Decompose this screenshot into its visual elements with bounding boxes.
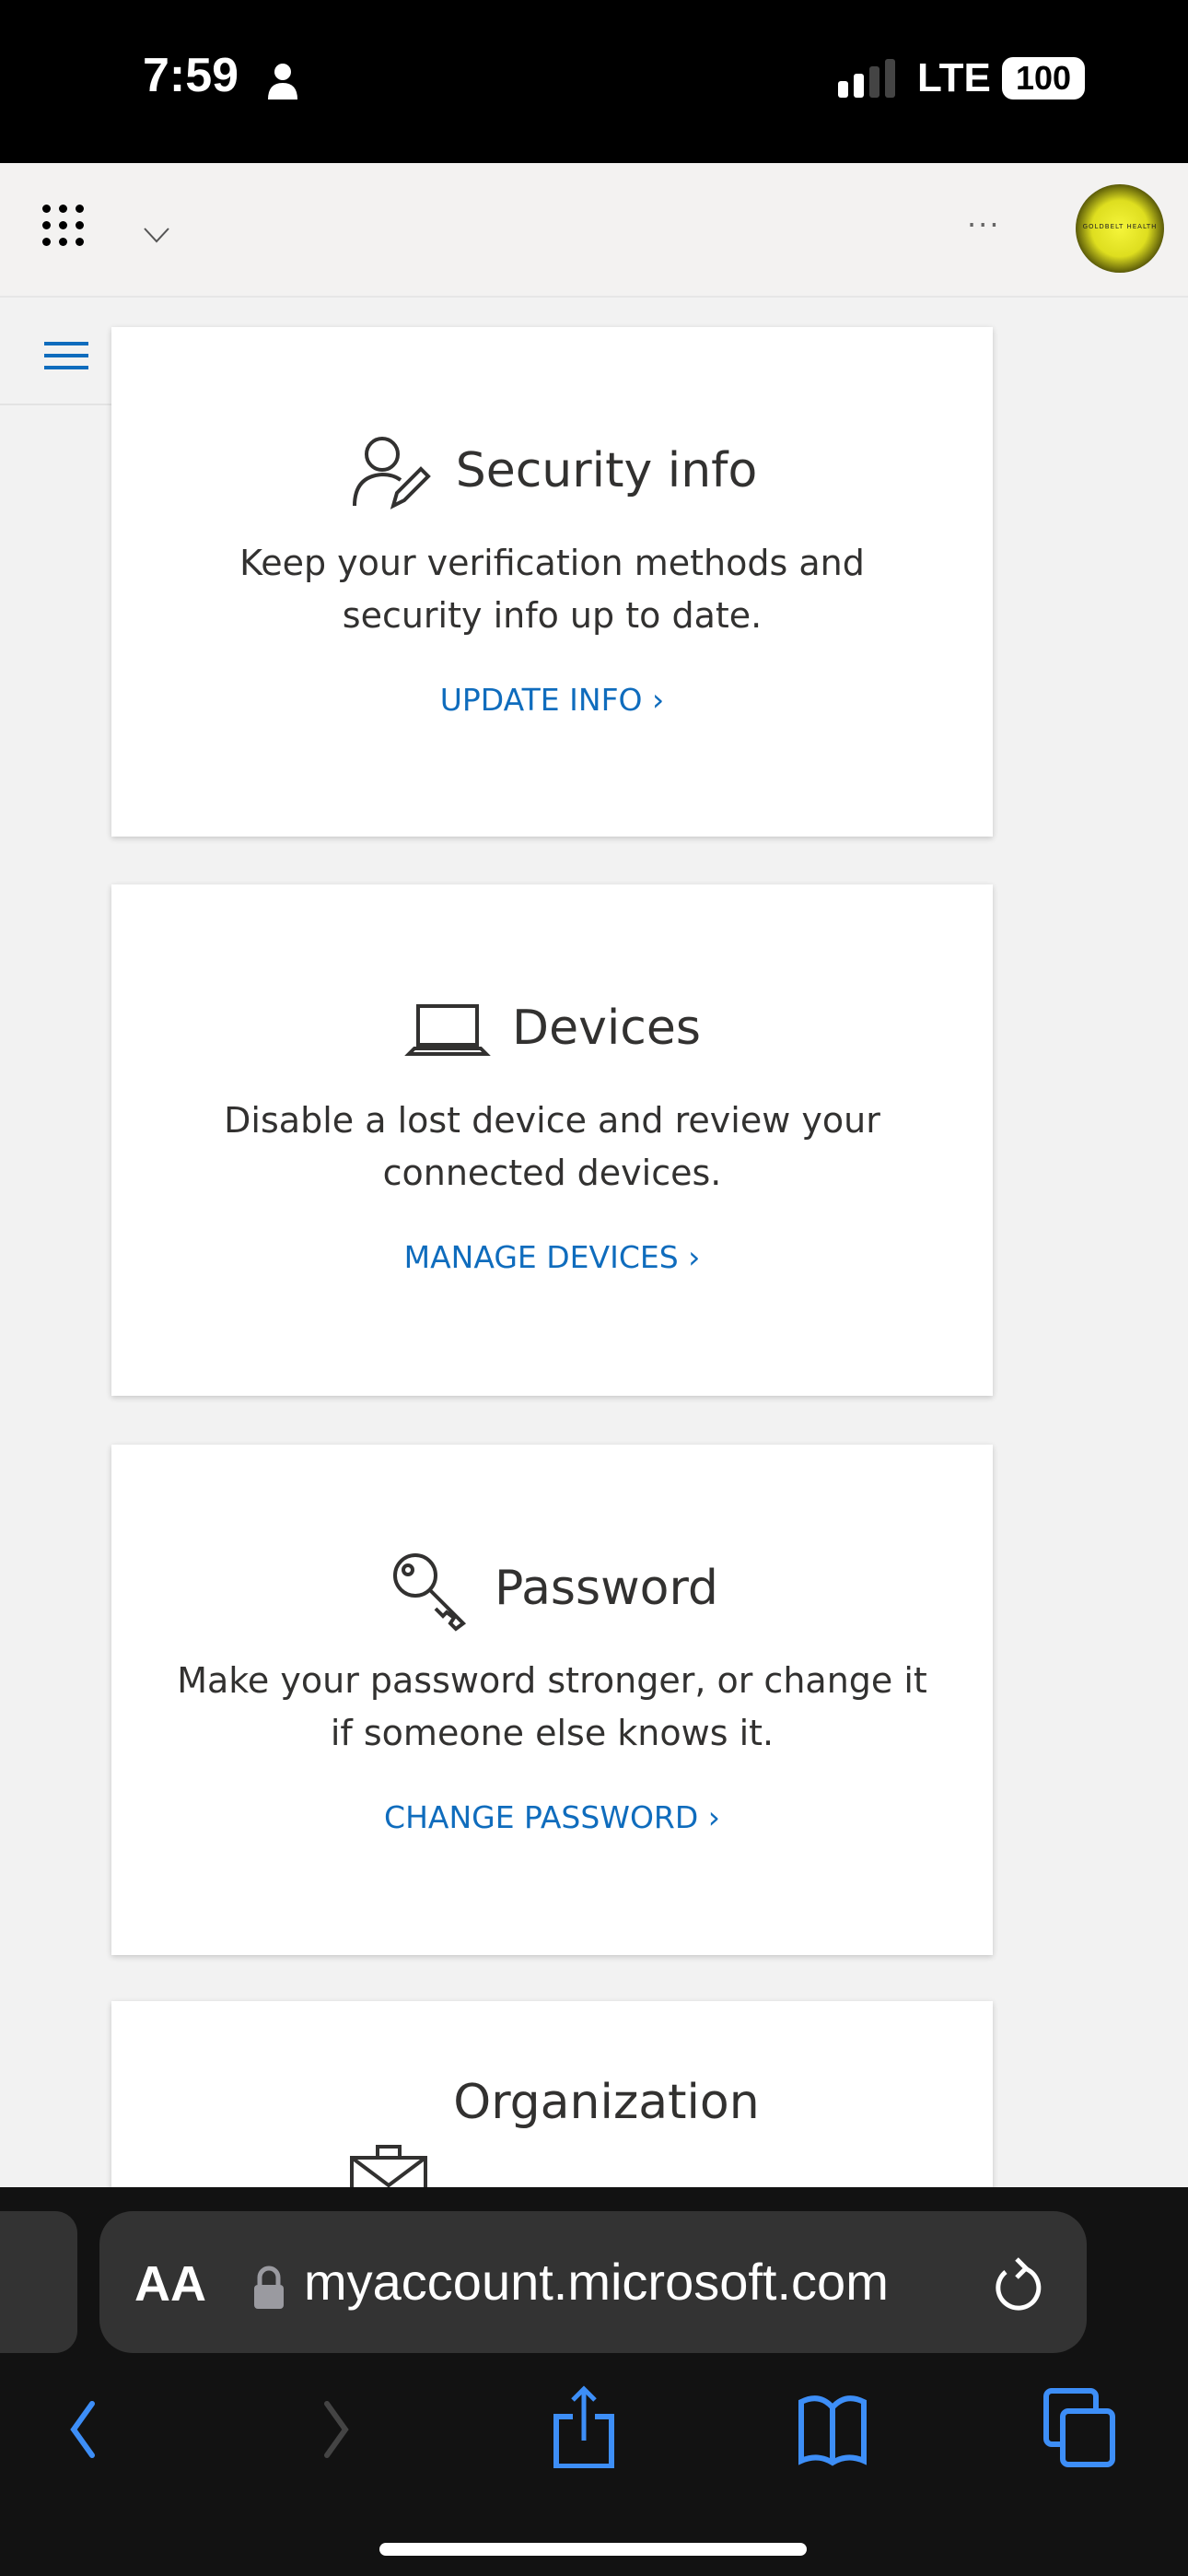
- battery-icon: 100: [1002, 57, 1085, 100]
- forward-icon[interactable]: [299, 2385, 373, 2468]
- signal-icon: [838, 59, 895, 98]
- card-description: Keep your verification methods and secur…: [239, 543, 865, 636]
- card-password: Password Make your password stronger, or…: [111, 1445, 993, 1955]
- share-icon[interactable]: [547, 2385, 621, 2468]
- app-launcher-icon[interactable]: [42, 205, 84, 246]
- update-info-link[interactable]: UPDATE INFO ›: [111, 682, 993, 718]
- avatar[interactable]: GOLDBELT HEALTH: [1076, 184, 1164, 273]
- card-description: Make your password stronger, or change i…: [177, 1660, 927, 1753]
- card-security-info: Security info Keep your verification met…: [111, 327, 993, 837]
- user-edit-icon: [352, 437, 431, 509]
- person-icon: [268, 64, 297, 100]
- previous-tab[interactable]: [0, 2211, 77, 2353]
- network-type: LTE: [917, 55, 991, 100]
- lock-icon: [254, 2266, 284, 2309]
- bookmarks-icon[interactable]: [796, 2385, 869, 2468]
- browser-toolbar: AA myaccount.microsoft.com: [0, 2187, 1188, 2576]
- status-bar: 7:59 LTE 100: [0, 0, 1188, 163]
- card-title: Organization: [453, 2075, 760, 2130]
- clock: 7:59: [143, 49, 239, 102]
- reload-icon[interactable]: [991, 2257, 1044, 2313]
- more-options-button[interactable]: ···: [967, 207, 1001, 242]
- text-size-button[interactable]: AA: [134, 2255, 206, 2313]
- chevron-down-icon[interactable]: [143, 221, 170, 249]
- chevron-right-icon: ›: [688, 1239, 701, 1275]
- chevron-right-icon: ›: [652, 682, 665, 718]
- card-devices: Devices Disable a lost device and review…: [111, 884, 993, 1396]
- app-header: [0, 163, 1188, 298]
- tabs-icon[interactable]: [1042, 2385, 1116, 2468]
- chevron-right-icon: ›: [707, 1799, 720, 1835]
- url-text[interactable]: myaccount.microsoft.com: [304, 2252, 889, 2312]
- card-title: Password: [495, 1561, 718, 1616]
- key-icon: [393, 1553, 467, 1632]
- address-bar[interactable]: AA myaccount.microsoft.com: [99, 2211, 1087, 2353]
- card-description: Disable a lost device and review your co…: [224, 1100, 880, 1193]
- hamburger-menu-icon[interactable]: [44, 342, 88, 378]
- back-icon[interactable]: [46, 2385, 120, 2468]
- card-title: Security info: [455, 443, 758, 498]
- laptop-icon: [404, 1004, 491, 1056]
- home-indicator[interactable]: [379, 2543, 807, 2556]
- manage-devices-link[interactable]: MANAGE DEVICES ›: [111, 1239, 993, 1275]
- card-title: Devices: [512, 1001, 701, 1056]
- change-password-link[interactable]: CHANGE PASSWORD ›: [111, 1799, 993, 1835]
